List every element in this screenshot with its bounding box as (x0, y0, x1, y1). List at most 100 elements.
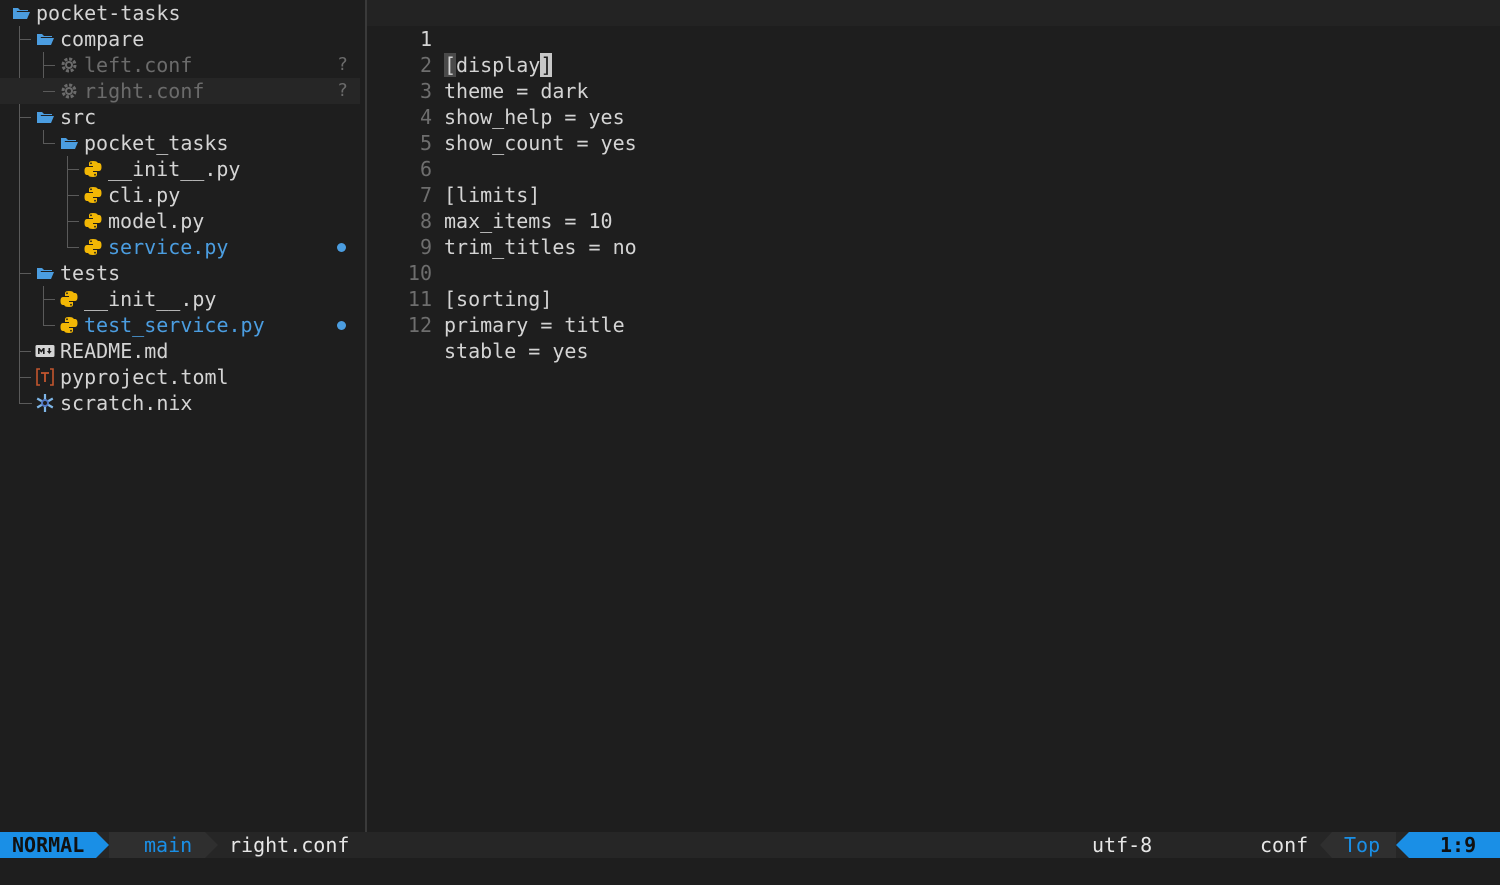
tree-root[interactable]: pocket-tasks (0, 0, 360, 26)
tree-item-label: scratch.nix (60, 391, 193, 415)
file-encoding: utf-8 (1092, 833, 1153, 857)
text-cursor: ] (540, 53, 553, 77)
tree-item-label: tests (60, 261, 121, 285)
git-status-untracked: ? (337, 80, 348, 101)
tree-item-service-py[interactable]: service.py (0, 234, 360, 260)
tree-item-label: pyproject.toml (60, 365, 229, 389)
tree-item-src[interactable]: src (0, 104, 360, 130)
code-text: [limits] (444, 183, 541, 207)
python-icon (83, 182, 103, 208)
tree-branch-line (19, 351, 31, 352)
tree-item-label: __init__.py (84, 287, 217, 311)
tree-item-test-service-py[interactable]: test_service.py (0, 312, 360, 338)
tree-item-left-conf[interactable]: left.conf ? (0, 52, 360, 78)
code-text: [sorting] (444, 287, 553, 311)
line-number: 12 (407, 313, 432, 337)
code-text: stable = yes (444, 339, 589, 363)
tree-branch-line (43, 91, 55, 92)
tree-item-label: model.py (108, 209, 205, 233)
code-line[interactable]: 2 theme = dark (367, 26, 589, 103)
gear-icon (59, 78, 79, 104)
markdown-icon (35, 338, 55, 364)
tree-branch-line (43, 143, 55, 144)
tree-item-label: compare (60, 27, 145, 51)
tree-branch-line (67, 195, 79, 196)
tree-item-init-py[interactable]: __init__.py (0, 156, 360, 182)
tree-branch-line (43, 325, 55, 326)
code-line[interactable]: 9 (367, 208, 439, 259)
tree-item-label: pocket_tasks (84, 131, 229, 155)
scroll-position: Top (1344, 833, 1381, 857)
code-line[interactable]: 5 (367, 104, 439, 155)
toml-icon (35, 364, 55, 390)
powerline-separator (1396, 832, 1409, 858)
tree-branch-line (19, 390, 32, 404)
matching-bracket: [ (444, 53, 457, 77)
tree-branch-line (43, 65, 55, 66)
code-line[interactable]: 8 trim_titles = no (367, 182, 637, 259)
mode-indicator: NORMAL (0, 832, 96, 858)
tree-item-pocket-tasks[interactable]: pocket_tasks (0, 130, 360, 156)
folder-open-icon (35, 26, 55, 52)
tree-item-readme[interactable]: README.md (0, 338, 360, 364)
powerline-separator (205, 832, 218, 858)
code-line[interactable]: 3 show_help = yes (367, 52, 625, 129)
tree-item-tests[interactable]: tests (0, 260, 360, 286)
code-line[interactable]: 6 [limits] (367, 130, 540, 207)
git-status-untracked: ? (337, 54, 348, 75)
python-icon (59, 312, 79, 338)
code-text: show_count = yes (444, 131, 637, 155)
code-text: primary = title (444, 313, 625, 337)
tree-item-label: __init__.py (108, 157, 241, 181)
tree-item-label: test_service.py (84, 313, 265, 337)
modified-dot-icon (337, 243, 346, 252)
code-line[interactable]: 1 [display] (367, 0, 1500, 77)
tree-branch-line (19, 273, 31, 274)
tree-item-label: src (60, 105, 97, 129)
gear-icon (59, 52, 79, 78)
code-text: [display] (444, 52, 553, 78)
cursor-position: 1:9 (1440, 833, 1477, 857)
tree-item-cli-py[interactable]: cli.py (0, 182, 360, 208)
modified-dot-icon (337, 321, 346, 330)
tree-item-label: right.conf (84, 79, 205, 103)
tree-branch-line (43, 299, 55, 300)
code-text: show_help = yes (444, 105, 625, 129)
code-text: trim_titles = no (444, 235, 637, 259)
code-line[interactable]: 4 show_count = yes (367, 78, 637, 155)
status-line: NORMAL main right.conf utf-8 conf Top 1:… (0, 832, 1500, 882)
tree-branch-line (67, 247, 79, 248)
tree-item-compare[interactable]: compare (0, 26, 360, 52)
file-tree[interactable]: pocket-tasks compare left.conf ? right.c… (0, 0, 365, 832)
command-line[interactable] (0, 858, 1500, 885)
file-type: conf (1260, 833, 1309, 857)
code-line[interactable]: 7 max_items = 10 (367, 156, 613, 233)
current-file-name: right.conf (229, 833, 350, 857)
code-word: display (456, 53, 541, 77)
code-line[interactable]: 11 primary = title (367, 260, 625, 337)
tree-item-tests-init-py[interactable]: __init__.py (0, 286, 360, 312)
tree-item-label: cli.py (108, 183, 181, 207)
tree-item-model-py[interactable]: model.py (0, 208, 360, 234)
tree-item-right-conf[interactable]: right.conf ? (0, 78, 360, 104)
code-text: theme = dark (444, 79, 589, 103)
tree-item-label: left.conf (84, 53, 193, 77)
editor-window: pocket-tasks compare left.conf ? right.c… (0, 0, 1500, 885)
python-icon (83, 156, 103, 182)
code-line[interactable]: 12 stable = yes (367, 286, 589, 363)
folder-open-icon (11, 0, 31, 26)
tree-branch-line (19, 377, 31, 378)
tree-item-scratch-nix[interactable]: scratch.nix (0, 390, 360, 416)
folder-open-icon (35, 260, 55, 286)
tree-item-pyproject[interactable]: pyproject.toml (0, 364, 360, 390)
editor-buffer[interactable]: 1 [display] 2 theme = dark 3 show_help =… (367, 0, 1500, 832)
tree-item-label: README.md (60, 339, 169, 363)
tree-branch-line (19, 39, 31, 40)
tree-branch-line (67, 221, 79, 222)
python-icon (83, 234, 103, 260)
git-branch-name[interactable]: main (144, 832, 192, 858)
code-text: max_items = 10 (444, 209, 613, 233)
powerline-separator (1320, 832, 1332, 858)
nix-snowflake-icon (35, 390, 55, 416)
code-line[interactable]: 10 [sorting] (367, 234, 552, 311)
